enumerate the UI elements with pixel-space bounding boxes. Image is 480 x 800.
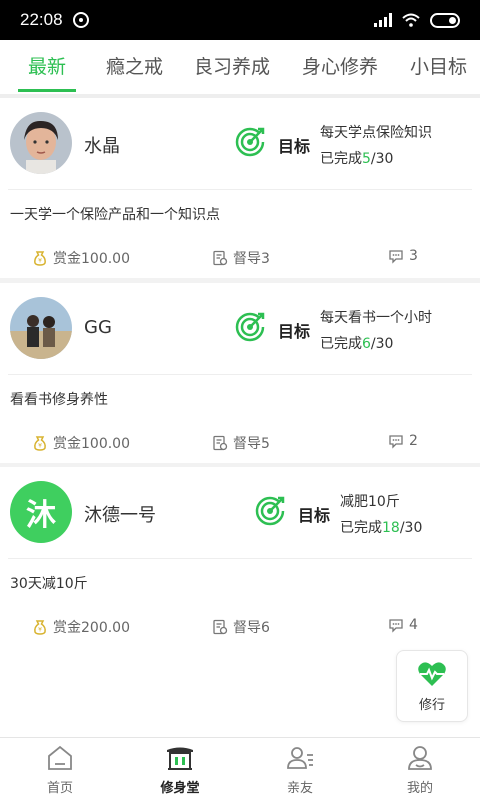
target-icon <box>255 496 285 526</box>
money-bag-icon: ¥ <box>34 620 46 635</box>
supervise-icon <box>213 250 228 266</box>
nav-friends[interactable]: 亲友 <box>240 738 360 800</box>
home-icon <box>48 745 72 770</box>
reward-stat: ¥ 赏金100.00 <box>32 433 130 453</box>
goal-description: 30天减10斤 <box>10 576 88 592</box>
supervise-icon <box>213 435 228 451</box>
comment-icon <box>389 619 403 633</box>
nav-home[interactable]: 首页 <box>0 738 120 800</box>
tab-latest[interactable]: 最新 <box>17 40 77 94</box>
target-label: 目标 <box>278 322 311 341</box>
user-name: GG <box>84 317 112 338</box>
avatar[interactable] <box>10 297 72 359</box>
svg-text:¥: ¥ <box>38 443 42 450</box>
tab-mind-body[interactable]: 身心修养 <box>302 40 378 94</box>
goal-title: 每天学点保险知识 <box>320 125 432 141</box>
friends-icon <box>287 746 313 769</box>
status-bar: 22:08 <box>0 0 480 40</box>
heart-pulse-icon <box>418 661 446 686</box>
goal-card[interactable]: GG 目标 每天看书一个小时 已完成6/30 看看书修身养性 ¥ 赏金100.0… <box>0 283 480 463</box>
supervise-icon <box>213 619 228 635</box>
goal-progress: 已完成18/30 <box>340 520 423 536</box>
category-tabs: 最新 瘾之戒 良习养成 身心修养 小目标 <box>0 40 480 94</box>
sync-icon <box>72 12 89 28</box>
tab-addiction[interactable]: 瘾之戒 <box>106 40 163 94</box>
practice-label: 修行 <box>418 697 445 713</box>
avatar[interactable]: 沐 <box>10 481 72 543</box>
bottom-nav: 首页 修身堂 亲友 我的 <box>0 737 480 800</box>
comment-icon <box>389 435 403 449</box>
svg-text:¥: ¥ <box>38 258 42 265</box>
goal-title: 减肥10斤 <box>340 494 400 510</box>
goal-description: 看看书修身养性 <box>10 392 108 408</box>
goal-title: 每天看书一个小时 <box>320 310 432 326</box>
card-stats: ¥ 赏金100.00 督导3 3 <box>0 242 480 278</box>
tab-small-goals[interactable]: 小目标 <box>410 40 467 94</box>
money-bag-icon: ¥ <box>34 251 46 266</box>
card-stats: ¥ 赏金100.00 督导5 2 <box>0 427 480 463</box>
goal-card[interactable]: 水晶 目标 每天学点保险知识 已完成5/30 一天学一个保险产品和一个知识点 ¥… <box>0 98 480 278</box>
comment-stat[interactable]: 2 <box>388 433 418 449</box>
goal-progress: 已完成5/30 <box>320 151 394 167</box>
signal-icon <box>374 13 392 27</box>
target-label: 目标 <box>298 506 331 525</box>
battery-icon <box>430 12 460 28</box>
card-stats: ¥ 赏金200.00 督导6 4 <box>0 611 480 647</box>
wifi-icon <box>402 13 420 27</box>
target-icon <box>235 127 265 157</box>
temple-icon <box>167 747 193 770</box>
supervisor-stat: 督导6 <box>212 617 270 637</box>
reward-stat: ¥ 赏金200.00 <box>32 617 130 637</box>
supervisor-stat: 督导3 <box>212 248 270 268</box>
target-label: 目标 <box>278 137 311 156</box>
money-bag-icon: ¥ <box>34 436 46 451</box>
supervisor-stat: 督导5 <box>212 433 270 453</box>
user-name: 水晶 <box>84 136 120 157</box>
reward-stat: ¥ 赏金100.00 <box>32 248 130 268</box>
svg-text:¥: ¥ <box>38 627 42 634</box>
comment-stat[interactable]: 3 <box>388 248 418 264</box>
comment-icon <box>389 250 403 264</box>
tab-good-habits[interactable]: 良习养成 <box>194 40 270 94</box>
goal-description: 一天学一个保险产品和一个知识点 <box>10 207 220 223</box>
avatar[interactable] <box>10 112 72 174</box>
profile-icon <box>408 745 432 770</box>
target-icon <box>235 312 265 342</box>
nav-temple[interactable]: 修身堂 <box>120 738 240 800</box>
user-name: 沐德一号 <box>84 505 156 526</box>
comment-stat[interactable]: 4 <box>388 617 418 633</box>
goal-progress: 已完成6/30 <box>320 336 394 352</box>
status-time: 22:08 <box>20 10 63 29</box>
practice-button[interactable]: 修行 <box>396 650 468 722</box>
nav-profile[interactable]: 我的 <box>360 738 480 800</box>
